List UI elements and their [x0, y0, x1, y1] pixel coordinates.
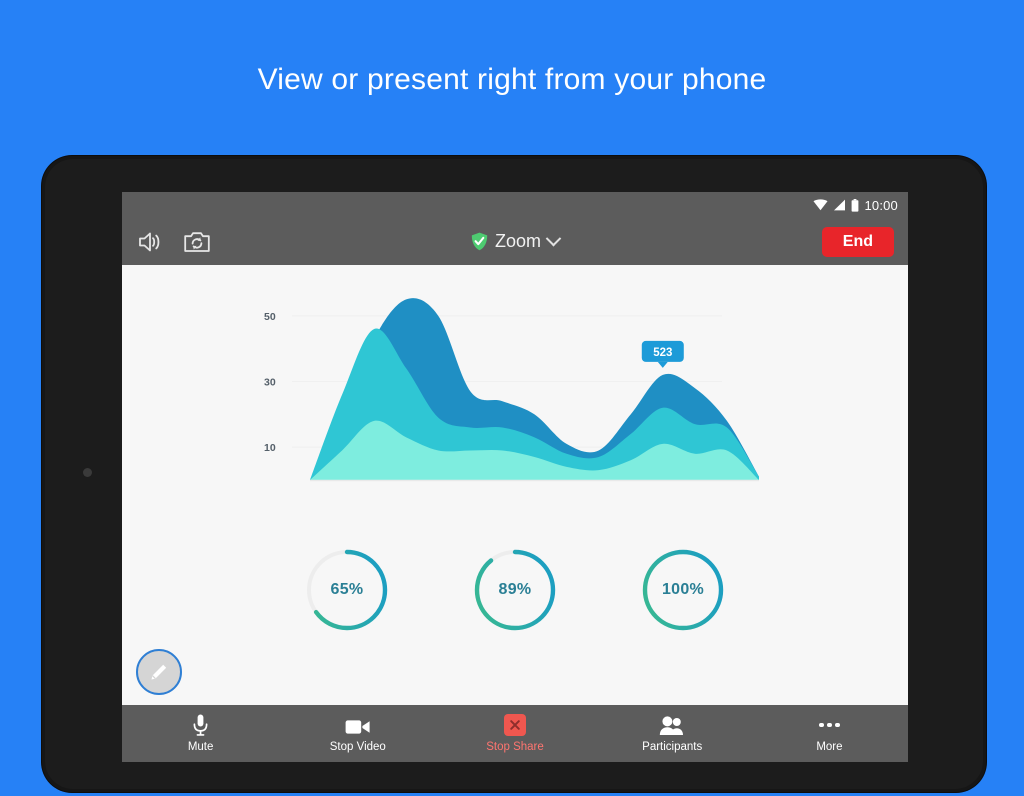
donut-gauge-label: 89%: [498, 580, 532, 598]
battery-icon: [852, 198, 859, 212]
page-headline: View or present right from your phone: [257, 63, 767, 96]
status-bar-time: 10:00: [864, 197, 898, 213]
front-camera-icon: [83, 468, 92, 477]
shield-check-icon: [471, 232, 488, 251]
status-bar-indicators: 10:00: [813, 192, 898, 218]
donut-gauge: 100%: [639, 546, 727, 634]
bottom-item-participants[interactable]: Participants: [594, 705, 751, 762]
stop-share-x-icon: [504, 714, 526, 736]
bottom-item-stop-share[interactable]: Stop Share: [436, 705, 593, 762]
bottom-item-label: Participants: [642, 741, 703, 753]
bottom-item-label: Stop Share: [486, 741, 544, 753]
meeting-title-group[interactable]: Zoom: [122, 230, 908, 252]
donut-gauge: 89%: [471, 546, 559, 634]
tablet-screen: 10:00 Zoom End 50 30 10 523 65% 89% 100%…: [122, 192, 908, 762]
status-bar: 10:00: [122, 192, 908, 218]
participants-icon: [659, 714, 685, 736]
area-chart-svg: 50 30 10 523: [264, 298, 759, 482]
top-bar-left-icons: [138, 231, 210, 253]
y-axis-tick-label: 50: [264, 311, 276, 323]
meeting-top-bar: Zoom End: [122, 218, 908, 265]
switch-camera-icon[interactable]: [184, 231, 210, 253]
end-meeting-button[interactable]: End: [821, 226, 894, 257]
donut-gauges-row: 65% 89% 100%: [122, 527, 908, 652]
donut-gauge: 65%: [303, 546, 391, 634]
cellular-signal-icon: [834, 199, 846, 211]
microphone-icon: [193, 714, 208, 736]
meeting-bottom-bar: Mute Stop Video Stop Share Participants …: [122, 705, 908, 762]
bottom-item-more[interactable]: More: [751, 705, 908, 762]
donut-gauge-label: 65%: [330, 580, 364, 598]
bottom-item-stop-video[interactable]: Stop Video: [279, 705, 436, 762]
chevron-down-icon[interactable]: [545, 230, 562, 247]
annotate-button[interactable]: [136, 649, 182, 695]
page-root: View or present right from your phone 10…: [0, 0, 1024, 796]
donut-gauge-label: 100%: [661, 580, 705, 598]
video-camera-icon: [345, 714, 371, 736]
meeting-title: Zoom: [494, 231, 541, 251]
bottom-item-label: More: [816, 741, 843, 753]
chart-tooltip: 523: [641, 340, 684, 368]
bottom-item-mute[interactable]: Mute: [122, 705, 279, 762]
pencil-icon: [151, 664, 167, 680]
y-axis-tick-label: 30: [264, 377, 276, 389]
chart-tooltip-label: 523: [653, 347, 672, 359]
wifi-icon: [813, 199, 828, 211]
tablet-device-frame: 10:00 Zoom End 50 30 10 523 65% 89% 100%…: [42, 156, 986, 792]
bottom-item-label: Stop Video: [329, 741, 386, 753]
y-axis-tick-label: 10: [264, 442, 276, 454]
area-chart: 50 30 10 523: [122, 265, 908, 525]
speaker-icon[interactable]: [138, 231, 162, 253]
more-dots-icon: [819, 714, 840, 736]
bottom-item-label: Mute: [187, 741, 214, 753]
shared-content-area: 50 30 10 523 65% 89% 100%: [122, 265, 908, 705]
